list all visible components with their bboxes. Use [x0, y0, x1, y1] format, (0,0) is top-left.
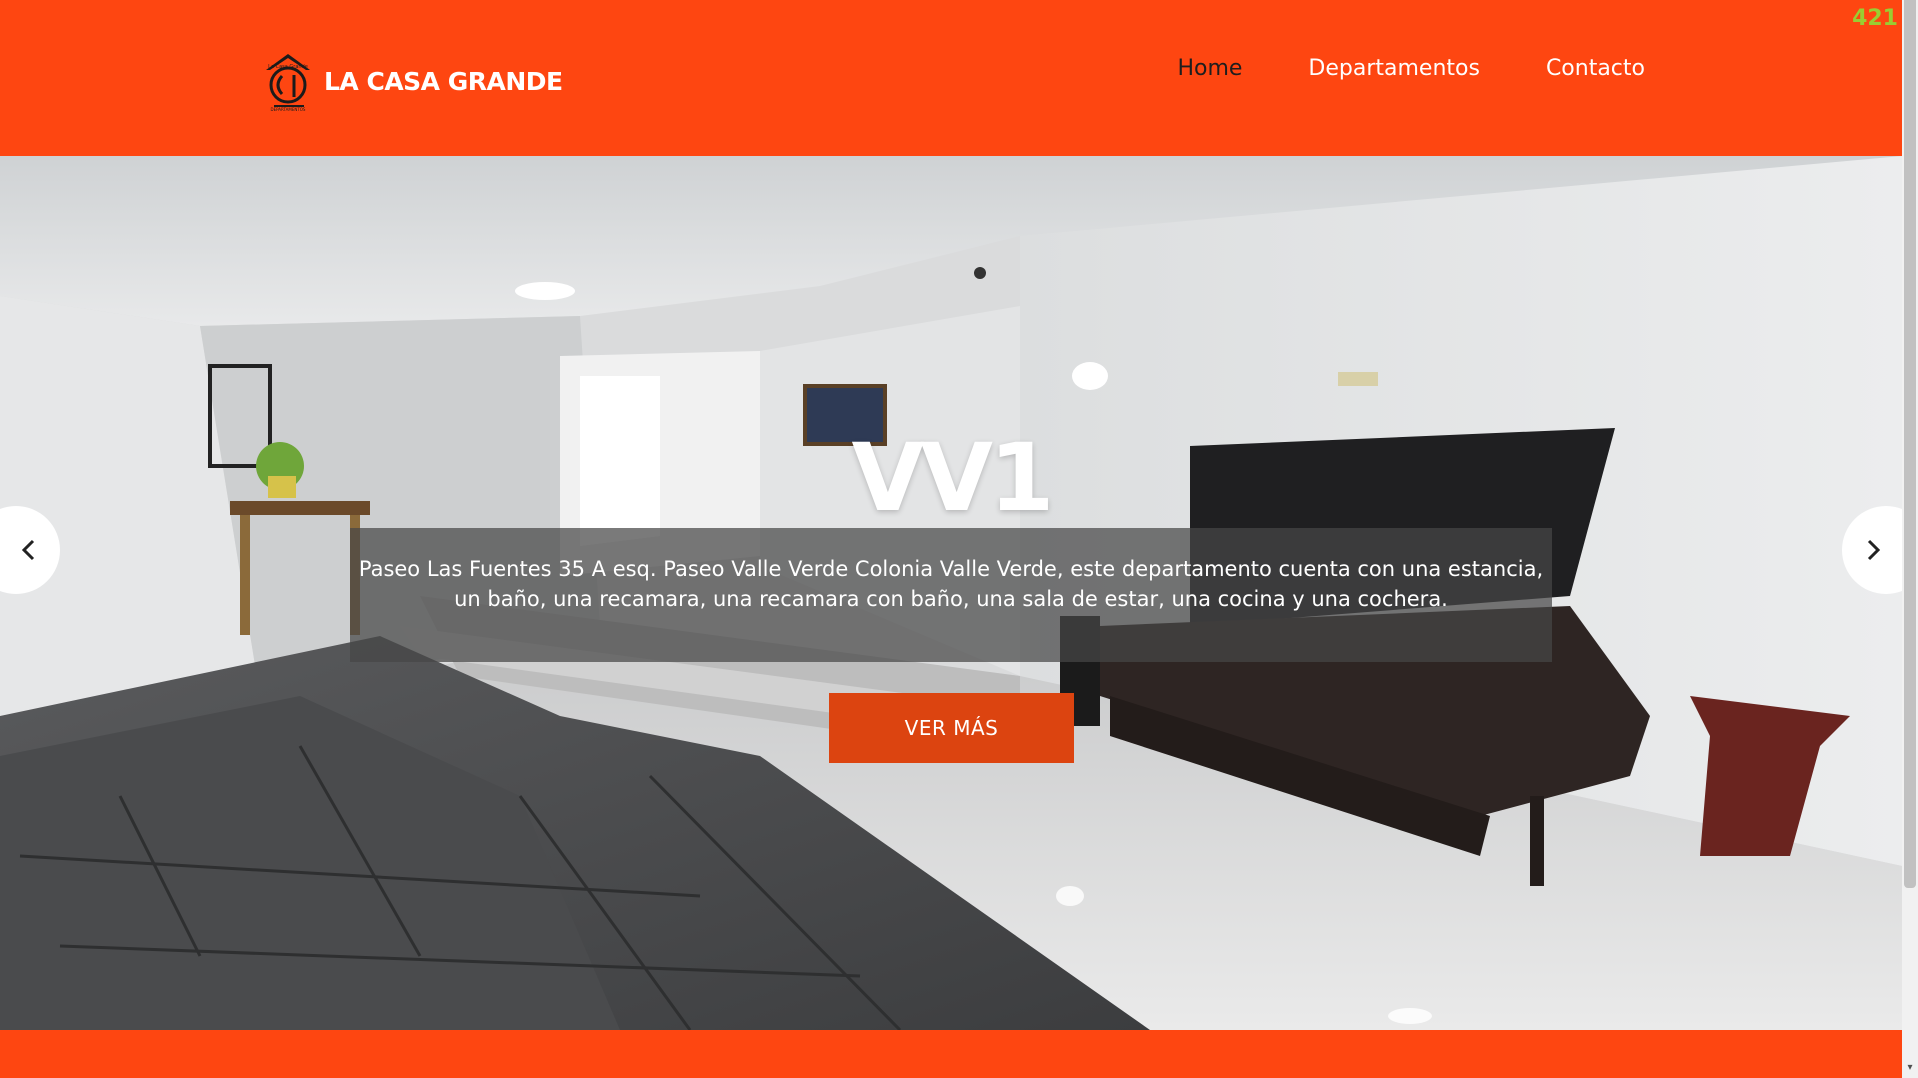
- slide-description: Paseo Las Fuentes 35 A esq. Paseo Valle …: [350, 528, 1552, 662]
- logo-text-bottom: DEPARTAMENTOS: [271, 107, 306, 112]
- house-logo-icon: La Casa Grande DEPARTAMENTOS: [266, 54, 310, 112]
- footer-strip: [0, 1030, 1902, 1078]
- nav-home[interactable]: Home: [1177, 56, 1242, 81]
- page-scrollbar[interactable]: ▾: [1902, 0, 1918, 1078]
- scroll-down-icon[interactable]: ▾: [1902, 1060, 1918, 1076]
- logo-text-top: La Casa Grande: [268, 64, 308, 70]
- slide-title: VV1: [851, 424, 1055, 533]
- scrollbar-thumb[interactable]: [1904, 0, 1916, 888]
- brand-link[interactable]: La Casa Grande DEPARTAMENTOS LA CASA GRA…: [258, 50, 563, 112]
- visit-counter: 421: [1852, 6, 1898, 31]
- nav-contacto[interactable]: Contacto: [1546, 56, 1645, 81]
- hero-carousel: VV1 Paseo Las Fuentes 35 A esq. Paseo Va…: [0, 156, 1902, 1030]
- main-nav: Home Departamentos Contacto: [1111, 56, 1645, 81]
- ver-mas-button[interactable]: VER MÁS: [829, 693, 1074, 763]
- chevron-right-icon: [1867, 539, 1881, 561]
- nav-departamentos[interactable]: Departamentos: [1308, 56, 1480, 81]
- chevron-left-icon: [21, 539, 35, 561]
- brand-name: LA CASA GRANDE: [324, 66, 563, 96]
- site-header: La Casa Grande DEPARTAMENTOS LA CASA GRA…: [0, 0, 1902, 156]
